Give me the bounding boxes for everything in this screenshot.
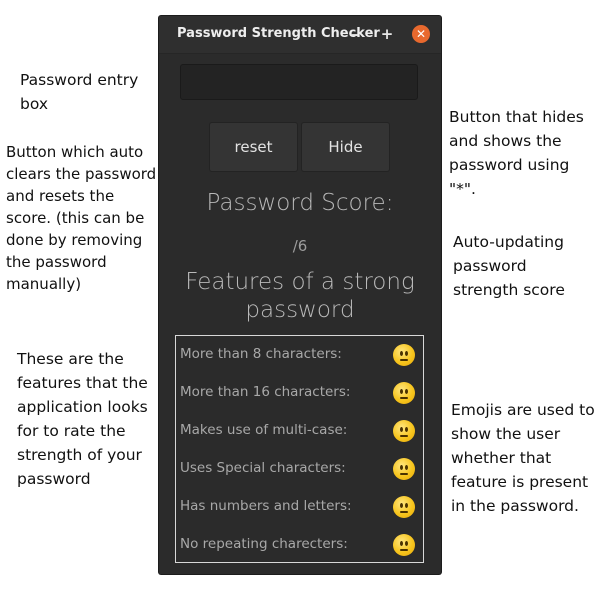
feature-label: No repeating charecters: — [180, 536, 348, 552]
annotation-password-entry: Password entry box — [20, 71, 139, 113]
feature-row: More than 8 characters: — [180, 340, 420, 370]
reset-button[interactable]: reset — [209, 122, 298, 172]
feature-label: Uses Special characters: — [180, 460, 346, 476]
neutral-face-emoji-icon — [393, 382, 415, 404]
annotation-emojis: Emojis are used to show the user whether… — [451, 401, 595, 515]
close-button[interactable]: ✕ — [412, 25, 430, 43]
feature-row: Uses Special characters: — [180, 454, 420, 484]
feature-label: More than 8 characters: — [180, 346, 342, 362]
hide-button[interactable]: Hide — [301, 122, 390, 172]
feature-row: Makes use of multi-case: — [180, 416, 420, 446]
score-title: Password Score: — [206, 190, 394, 216]
feature-row: Has numbers and letters: — [180, 492, 420, 522]
annotated-screenshot: Password entry box Button which auto cle… — [0, 0, 600, 593]
feature-label: Has numbers and letters: — [180, 498, 352, 514]
neutral-face-emoji-icon — [393, 344, 415, 366]
feature-row: No repeating charecters: — [180, 530, 420, 560]
annotation-hide-button: Button that hides and shows the password… — [449, 108, 584, 198]
feature-label: More than 16 characters: — [180, 384, 351, 400]
neutral-face-emoji-icon — [393, 458, 415, 480]
features-list: More than 8 characters: More than 16 cha… — [175, 335, 424, 563]
annotation-reset-button: Button which auto clears the password an… — [6, 143, 157, 293]
title-bar[interactable]: Password Strength Checker – + ✕ — [159, 16, 441, 54]
annotation-features: These are the features that the applicat… — [17, 350, 148, 488]
password-input[interactable] — [180, 64, 418, 100]
annotation-score: Auto-updating password strength score — [453, 233, 565, 299]
app-window: Password Strength Checker – + ✕ reset Hi… — [159, 16, 441, 574]
maximize-button[interactable]: + — [377, 24, 397, 44]
feature-row: More than 16 characters: — [180, 378, 420, 408]
minimize-button[interactable]: – — [345, 24, 365, 44]
neutral-face-emoji-icon — [393, 534, 415, 556]
features-heading: Features of a strong password — [185, 269, 415, 323]
neutral-face-emoji-icon — [393, 420, 415, 442]
neutral-face-emoji-icon — [393, 496, 415, 518]
feature-label: Makes use of multi-case: — [180, 422, 348, 438]
score-value: /6 — [292, 237, 308, 255]
